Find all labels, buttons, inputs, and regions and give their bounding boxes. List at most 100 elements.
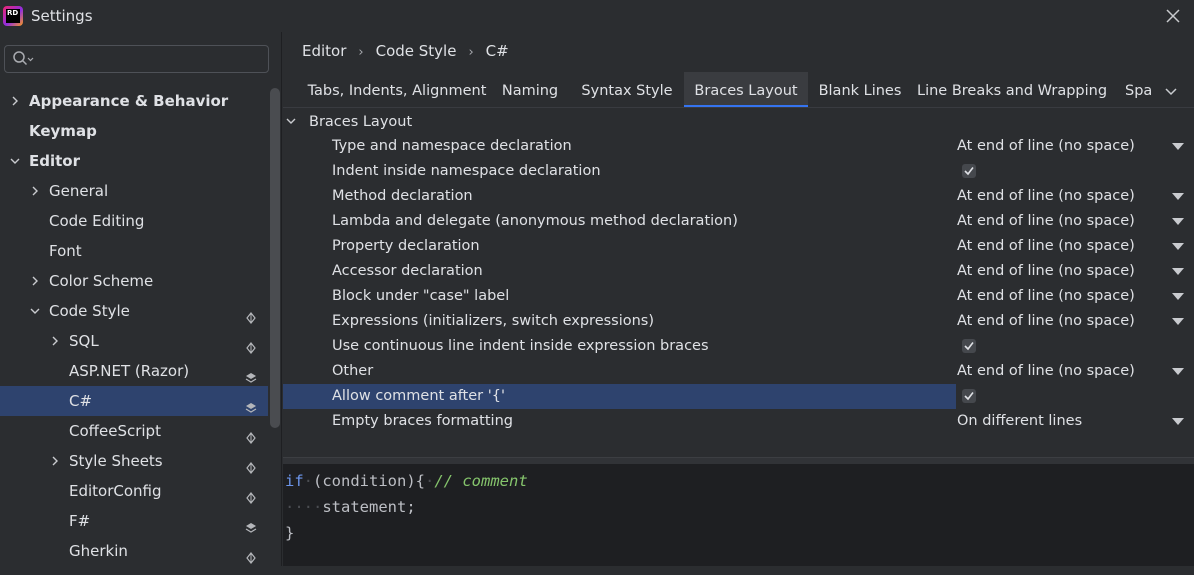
sidebar-divider[interactable] [281,32,282,566]
sidebar-item-label: Keymap [29,122,97,140]
project-icon [245,335,257,354]
option-row-method-declaration[interactable]: Method declaration At end of line (no spa… [283,184,1194,209]
option-dropdown[interactable]: At end of line (no space) [957,359,1135,384]
option-label: Accessor declaration [332,263,483,279]
sidebar-item-code-editing[interactable]: Code Editing [0,206,268,236]
close-button[interactable] [1162,5,1184,27]
code-text: (condition){ [313,472,425,490]
tab-tabs-indents-alignment[interactable]: Tabs, Indents, Alignment [299,72,495,108]
title-bar [0,0,1194,32]
option-checkbox[interactable] [962,164,976,178]
option-checkbox[interactable] [962,389,976,403]
project-icon [245,485,257,504]
sidebar-item-label: General [49,182,109,200]
dropdown-arrow-icon[interactable] [1172,218,1184,225]
sidebar-item-label: Code Editing [49,212,145,230]
option-dropdown[interactable]: At end of line (no space) [957,184,1135,209]
sidebar-item-label: C# [69,392,93,410]
code-text: statement; [322,498,416,516]
sidebar-item-keymap[interactable]: Keymap [0,116,268,146]
option-label: Expressions (initializers, switch expres… [332,313,655,329]
chevron-down-icon[interactable] [9,146,21,176]
option-label: Property declaration [332,238,480,254]
option-dropdown[interactable]: At end of line (no space) [957,209,1135,234]
option-row-indent-inside-namespace-declaration[interactable]: Indent inside namespace declaration [283,159,1194,184]
option-row-use-continuous-line-indent-inside-expression-braces[interactable]: Use continuous line indent inside expres… [283,334,1194,359]
option-dropdown[interactable]: At end of line (no space) [957,259,1135,284]
option-dropdown[interactable]: At end of line (no space) [957,284,1135,309]
option-row-expressions-initializers-switch-expressions[interactable]: Expressions (initializers, switch expres… [283,309,1194,334]
dropdown-arrow-icon[interactable] [1172,193,1184,200]
option-row-lambda-and-delegate-anonymous-method-declaration[interactable]: Lambda and delegate (anonymous method de… [283,209,1194,234]
option-dropdown[interactable]: At end of line (no space) [957,234,1135,259]
code-comment: // comment [434,472,528,490]
sidebar-item-code-style[interactable]: Code Style [0,296,268,326]
sidebar-item-fsharp[interactable]: F# [0,506,268,536]
option-checkbox[interactable] [962,339,976,353]
sidebar-scrollbar[interactable] [270,88,280,428]
tab-naming[interactable]: Naming [491,72,569,108]
dropdown-arrow-icon[interactable] [1172,268,1184,275]
chevron-down-icon[interactable] [1164,85,1178,101]
chevron-right-icon[interactable] [29,266,41,296]
option-row-allow-comment-after[interactable]: Allow comment after '{' [283,384,1194,409]
code-preview: if·(condition){·// comment ····statement… [283,465,1194,566]
dropdown-arrow-icon[interactable] [1172,143,1184,150]
sidebar-item-style-sheets[interactable]: Style Sheets [0,446,268,476]
sidebar-item-general[interactable]: General [0,176,268,206]
chevron-right-icon[interactable] [49,326,61,356]
option-row-property-declaration[interactable]: Property declaration At end of line (no s… [283,234,1194,259]
tab-syntax-style[interactable]: Syntax Style [579,72,675,108]
sidebar-item-gherkin[interactable]: Gherkin [0,536,268,566]
sidebar-item-editorconfig[interactable]: EditorConfig [0,476,268,506]
sidebar-item-label: Gherkin [69,542,128,560]
option-label: Block under "case" label [332,288,510,304]
option-label: Empty braces formatting [332,413,513,429]
sidebar-item-editor[interactable]: Editor [0,146,268,176]
dropdown-arrow-icon[interactable] [1172,243,1184,250]
dropdown-arrow-icon[interactable] [1172,418,1184,425]
dropdown-arrow-icon[interactable] [1172,318,1184,325]
option-row-other[interactable]: Other At end of line (no space) [283,359,1194,384]
sidebar-item-sql[interactable]: SQL [0,326,268,356]
code-line-3: } [285,520,294,546]
option-row-empty-braces-formatting[interactable]: Empty braces formatting On different line… [283,409,1194,434]
dropdown-arrow-icon[interactable] [1172,293,1184,300]
option-row-type-and-namespace-declaration[interactable]: Type and namespace declaration At end of … [283,134,1194,159]
option-label: Type and namespace declaration [332,138,572,154]
sidebar-item-appearance-behavior[interactable]: Appearance & Behavior [0,86,268,116]
breadcrumb-code-style[interactable]: Code Style [376,42,457,60]
project-icon [245,455,257,474]
dropdown-arrow-icon[interactable] [1172,368,1184,375]
option-dropdown[interactable]: At end of line (no space) [957,134,1135,159]
code-keyword: if [285,472,304,490]
sidebar-item-color-scheme[interactable]: Color Scheme [0,266,268,296]
tab-blank-lines[interactable]: Blank Lines [815,72,905,108]
sidebar-item-label: Appearance & Behavior [29,92,229,110]
sidebar-item-font[interactable]: Font [0,236,268,266]
option-label: Indent inside namespace declaration [332,163,601,179]
option-row-accessor-declaration[interactable]: Accessor declaration At end of line (no s… [283,259,1194,284]
sidebar-item-csharp[interactable]: C# [0,386,268,416]
option-dropdown[interactable]: At end of line (no space) [957,309,1135,334]
search-input[interactable] [35,48,264,72]
chevron-right-icon[interactable] [29,176,41,206]
app-logo-icon: RD [3,6,23,26]
search-icon[interactable] [12,49,34,73]
sidebar-item-asp-net-razor[interactable]: ASP.NET (Razor) [0,356,268,386]
code-line-2: ····statement; [285,494,416,520]
tab-line-breaks-wrapping[interactable]: Line Breaks and Wrapping [917,72,1107,108]
sidebar-item-coffeescript[interactable]: CoffeeScript [0,416,268,446]
tab-spaces[interactable]: Spa [1125,72,1155,108]
sidebar-item-label: F# [69,512,91,530]
project-icon [245,305,257,324]
breadcrumb-editor[interactable]: Editor [302,42,346,60]
close-icon [1166,9,1180,23]
chevron-down-icon[interactable] [29,296,41,326]
option-dropdown[interactable]: On different lines [957,409,1082,434]
tab-braces-layout[interactable]: Braces Layout [684,72,808,108]
chevron-right-icon[interactable] [9,86,21,116]
chevron-right-icon[interactable] [49,446,61,476]
preview-splitter[interactable] [283,457,1194,465]
option-row-block-under-case-label[interactable]: Block under "case" label At end of line (… [283,284,1194,309]
